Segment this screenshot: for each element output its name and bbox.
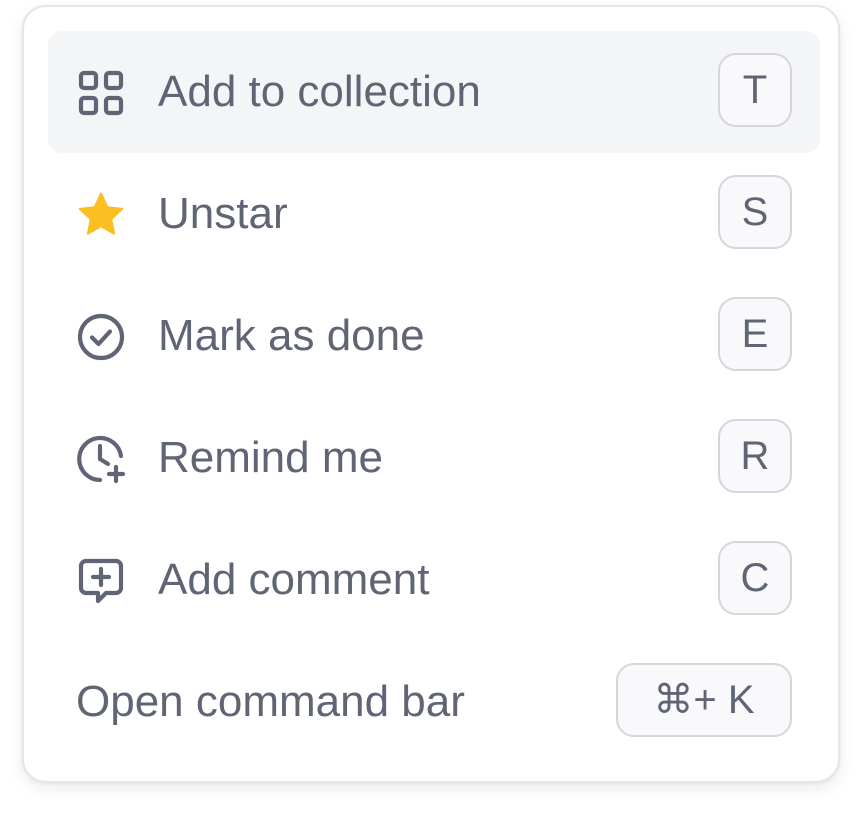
- shortcut-key: T: [718, 53, 792, 127]
- menu-item-unstar[interactable]: Unstar S: [48, 153, 820, 275]
- shortcut-key: R: [718, 419, 792, 493]
- comment-plus-icon: [76, 556, 126, 606]
- shortcut-key: C: [718, 541, 792, 615]
- menu-item-open-command-bar[interactable]: Open command bar ⌘+ K: [48, 641, 820, 763]
- menu-item-label: Remind me: [158, 433, 383, 482]
- context-menu: Add to collection T Unstar S Mark as don…: [22, 5, 840, 783]
- menu-item-remind-me[interactable]: Remind me R: [48, 397, 820, 519]
- shortcut-key: E: [718, 297, 792, 371]
- menu-item-label: Unstar: [158, 189, 288, 238]
- menu-item-label: Add comment: [158, 555, 430, 604]
- shortcut-key: ⌘+ K: [616, 663, 792, 737]
- menu-item-add-comment[interactable]: Add comment C: [48, 519, 820, 641]
- menu-item-mark-as-done[interactable]: Mark as done E: [48, 275, 820, 397]
- menu-item-add-to-collection[interactable]: Add to collection T: [48, 31, 820, 153]
- grid-icon: [76, 68, 126, 118]
- menu-item-label: Open command bar: [76, 677, 465, 726]
- star-icon: [76, 190, 126, 240]
- shortcut-key: S: [718, 175, 792, 249]
- clock-plus-icon: [76, 434, 126, 484]
- menu-item-label: Mark as done: [158, 311, 425, 360]
- menu-item-label: Add to collection: [158, 67, 481, 116]
- check-circle-icon: [76, 312, 126, 362]
